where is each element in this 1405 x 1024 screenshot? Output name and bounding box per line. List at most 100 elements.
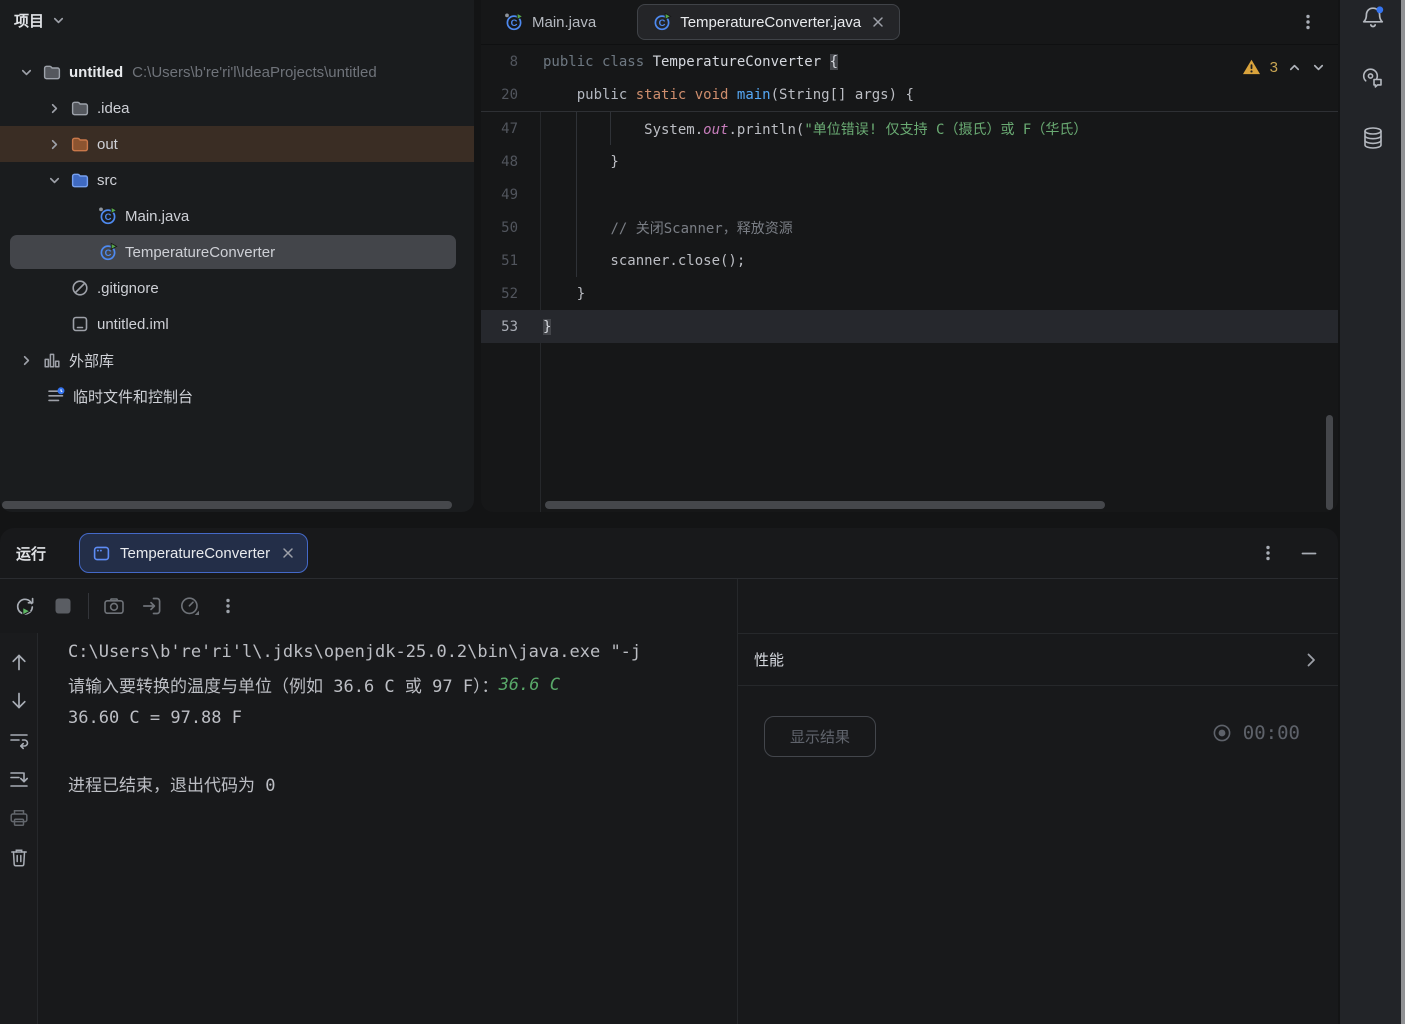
chevron-down-icon[interactable] [12, 65, 40, 80]
performance-header[interactable]: 性能 [738, 633, 1338, 686]
chevron-right-icon[interactable] [12, 353, 40, 368]
run-tab-label: TemperatureConverter [120, 545, 270, 562]
editor-hscrollbar-thumb[interactable] [545, 501, 1105, 509]
code-line-50[interactable]: 50 // 关闭Scanner，释放资源 [481, 211, 1338, 244]
code-line-52[interactable]: 52 } [481, 277, 1338, 310]
code-text: } [540, 154, 619, 170]
run-tab-temperatureconverter[interactable]: TemperatureConverter [79, 533, 308, 573]
database-button[interactable] [1355, 120, 1391, 156]
stop-button[interactable] [50, 593, 76, 619]
line-number: 53 [481, 319, 540, 335]
print-button[interactable] [6, 805, 32, 831]
tree-item-temperatureconverter[interactable]: CTemperatureConverter [0, 234, 474, 270]
external-libraries-icon [40, 350, 64, 370]
more-options-kebab-icon[interactable] [215, 593, 241, 619]
editor-vscrollbar-thumb[interactable] [1326, 415, 1333, 510]
screen-edge [1401, 0, 1405, 1024]
code-line-8[interactable]: 8public class TemperatureConverter { [481, 45, 1338, 78]
editor-tabs: CMain.java CTemperatureConverter.java [489, 4, 900, 40]
run-options-kebab-icon[interactable] [1260, 544, 1276, 562]
ai-assistant-button[interactable] [1355, 60, 1391, 96]
previous-problem-chevron-up-icon[interactable] [1287, 60, 1302, 75]
tree-item-临时文件和控制台[interactable]: 临时文件和控制台 [0, 378, 474, 414]
inspections-widget[interactable]: 3 [1242, 58, 1326, 76]
tree-item-main-java[interactable]: CMain.java [0, 198, 474, 234]
chevron-down-icon[interactable] [51, 13, 66, 28]
editor-options-kebab-icon[interactable] [1300, 13, 1316, 31]
tree-item-idea[interactable]: .idea [0, 90, 474, 126]
thread-dump-camera-button[interactable] [101, 593, 127, 619]
close-icon[interactable] [281, 546, 295, 560]
tree-item-out[interactable]: out [0, 126, 474, 162]
editor-tab-temperatureconverter-java[interactable]: CTemperatureConverter.java [637, 4, 900, 40]
code-text: System.out.println("单位错误! 仅支持 C（摄氏）或 F（华… [540, 119, 1087, 139]
notifications-button[interactable] [1355, 0, 1391, 36]
line-number: 47 [481, 121, 540, 137]
timer: 00:00 [1211, 722, 1300, 744]
performance-body: 显示结果 00:00 [738, 686, 1338, 757]
tree-item-path: C:\Users\b're'ri'l\IdeaProjects\untitled [132, 64, 377, 81]
project-panel-title[interactable]: 项目 [14, 10, 44, 31]
java-class-icon: C [96, 242, 120, 262]
line-number: 51 [481, 253, 540, 269]
code-line-51[interactable]: 51 scanner.close(); [481, 244, 1338, 277]
performance-title: 性能 [754, 649, 784, 670]
ide-window: 项目 untitled C:\Users\b're'ri'l\IdeaProjec… [0, 0, 1405, 1024]
tree-item-label: 外部库 [69, 350, 114, 371]
code-line-49[interactable]: 49 [481, 178, 1338, 211]
tree-item-label: src [97, 172, 117, 189]
scroll-down-button[interactable] [6, 688, 32, 714]
line-number: 48 [481, 154, 540, 170]
rerun-button[interactable] [12, 593, 38, 619]
tree-item-untitled-iml[interactable]: untitled.iml [0, 306, 474, 342]
scroll-to-end-button[interactable] [6, 766, 32, 792]
close-icon[interactable] [871, 15, 885, 29]
project-panel: 项目 untitled C:\Users\b're'ri'l\IdeaProjec… [0, 0, 474, 512]
tree-item-外部库[interactable]: 外部库 [0, 342, 474, 378]
minimize-icon[interactable] [1300, 544, 1318, 562]
next-problem-chevron-down-icon[interactable] [1311, 60, 1326, 75]
console-output[interactable]: C:\Users\b're'ri'l\.jdks\openjdk-25.0.2\… [38, 633, 737, 1024]
scroll-up-button[interactable] [6, 649, 32, 675]
ignored-file-icon [68, 278, 92, 298]
chevron-right-icon[interactable] [1302, 651, 1320, 669]
attach-console-button[interactable] [139, 593, 165, 619]
show-results-button[interactable]: 显示结果 [764, 716, 876, 757]
editor-tab-main-java[interactable]: CMain.java [489, 4, 611, 40]
code-text: scanner.close(); [540, 253, 745, 269]
record-icon [1211, 722, 1233, 744]
run-panel-title[interactable]: 运行 [16, 543, 46, 564]
run-panel-header: 运行 TemperatureConverter [0, 528, 1338, 579]
chevron-down-icon[interactable] [40, 173, 68, 188]
clear-console-button[interactable] [6, 844, 32, 870]
project-panel-hscrollbar-thumb[interactable] [2, 501, 452, 509]
console-icon [92, 544, 111, 563]
tree-item-label: untitled.iml [97, 316, 169, 333]
tree-item-src[interactable]: src [0, 162, 474, 198]
code-text: public class TemperatureConverter { [540, 54, 838, 70]
code-line-20[interactable]: 20 public static void main(String[] args… [481, 78, 1338, 111]
code-line-53[interactable]: 53} [481, 310, 1338, 343]
tree-item-gitignore[interactable]: .gitignore [0, 270, 474, 306]
tree-item-untitled[interactable]: untitled C:\Users\b're'ri'l\IdeaProjects\… [0, 54, 474, 90]
tree-item-label: out [97, 136, 118, 153]
chevron-right-icon[interactable] [40, 137, 68, 152]
performance-panel: 性能 显示结果 00:00 [737, 579, 1338, 1024]
profiler-gauge-button[interactable] [177, 593, 203, 619]
java-class-icon: C [652, 12, 672, 32]
project-panel-header[interactable]: 项目 [0, 0, 474, 40]
project-tree: untitled C:\Users\b're'ri'l\IdeaProjects\… [0, 40, 474, 414]
console-line-3: 36.60 C = 97.88 F [68, 701, 737, 734]
code-area[interactable]: 8public class TemperatureConverter {20 p… [481, 45, 1338, 512]
tree-item-label: untitled [69, 64, 123, 81]
folder-orange-icon [68, 134, 92, 154]
timer-value: 00:00 [1243, 722, 1300, 744]
console-line-4 [68, 734, 737, 767]
code-line-47[interactable]: 47 System.out.println("单位错误! 仅支持 C（摄氏）或 … [481, 112, 1338, 145]
console-line-2: 请输入要转换的温度与单位（例如 36.6 C 或 97 F）：36.6 C [68, 668, 737, 701]
soft-wrap-button[interactable] [6, 727, 32, 753]
chevron-right-icon[interactable] [40, 101, 68, 116]
console-line-1: C:\Users\b're'ri'l\.jdks\openjdk-25.0.2\… [68, 635, 737, 668]
code-line-48[interactable]: 48 } [481, 145, 1338, 178]
code-text: // 关闭Scanner，释放资源 [540, 218, 793, 238]
